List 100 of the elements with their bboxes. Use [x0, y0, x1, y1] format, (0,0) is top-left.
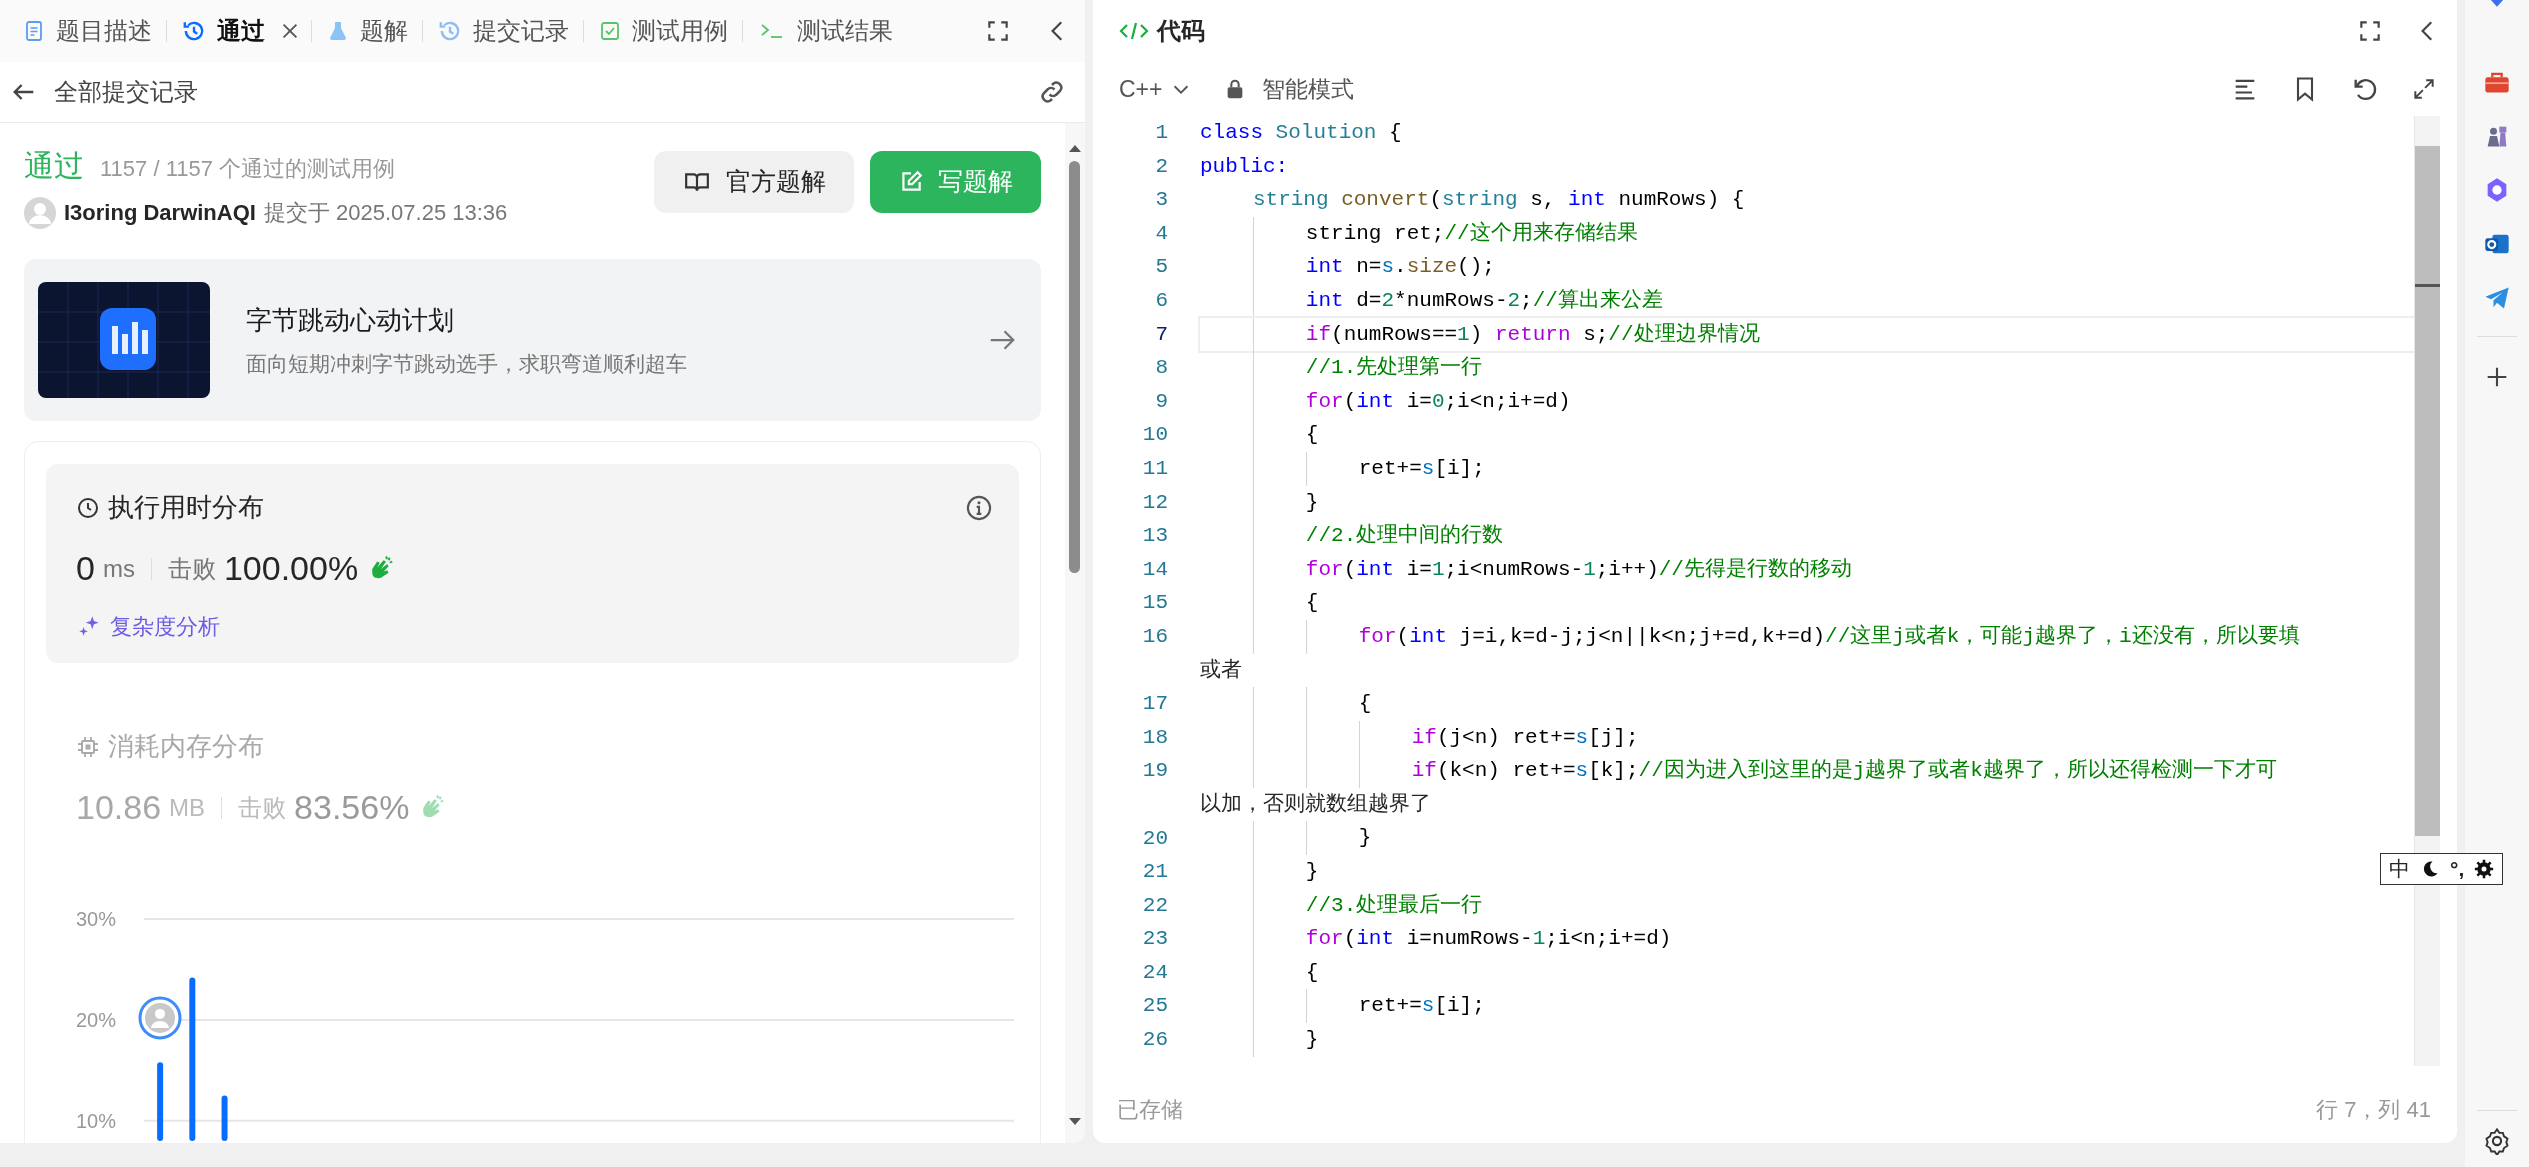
fullscreen-icon[interactable] — [2357, 18, 2383, 44]
tab[interactable]: 题解 — [322, 13, 412, 50]
code-line: ret+=s[i]; — [1200, 451, 2417, 486]
input-mode-toggle[interactable]: 中 — [2389, 853, 2410, 885]
code-line: } — [1200, 485, 2417, 520]
line-number: 2 — [1154, 153, 1168, 180]
line-number: 25 — [1141, 993, 1168, 1020]
code-line: if(numRows==1) return s;//处理边界情况 — [1200, 317, 2417, 352]
avatar-marker — [138, 996, 182, 1040]
code-line: for(int j=i,k=d-j;j<n||k<n;j+=d,k+=d)//这里j或者k，可能j越界了，i还没有，所以要填 — [1200, 619, 2417, 654]
scrollbar-thumb[interactable] — [1069, 161, 1080, 574]
banner-subtitle: 面向短期冲刺字节跳动选手，求职弯道顺利超车 — [246, 350, 688, 377]
code-line: int d=2*numRows-2;//算出来公差 — [1200, 283, 2417, 318]
test-case-count: 1157 / 1157 个通过的测试用例 — [100, 155, 396, 184]
settings-icon[interactable] — [2474, 859, 2495, 879]
solution-button[interactable]: 官方题解 — [654, 151, 854, 214]
bar[interactable] — [221, 1095, 228, 1142]
mode-label: 智能模式 — [1262, 74, 1355, 104]
tab[interactable]: 通过 — [177, 13, 269, 50]
bar[interactable] — [189, 977, 196, 1142]
beats-percent: 83.56% — [294, 787, 410, 829]
line-number: 23 — [1141, 926, 1168, 953]
bar[interactable] — [157, 1062, 164, 1142]
line-number: 21 — [1141, 859, 1168, 886]
cursor-position: 行 7，列 41 — [2316, 1096, 2431, 1124]
promo-banner[interactable]: 字节跳动心动计划 面向短期冲刺字节跳动选手，求职弯道顺利超车 — [24, 259, 1041, 422]
save-status: 已存储 — [1117, 1096, 1183, 1124]
line-number: 5 — [1154, 254, 1168, 281]
line-number: 17 — [1141, 691, 1168, 718]
tab[interactable]: 测试用例 — [594, 13, 732, 50]
code-line: { — [1200, 955, 2417, 990]
line-number: 18 — [1141, 724, 1168, 751]
language-dropdown[interactable]: C++ — [1119, 71, 1193, 107]
line-number: 13 — [1141, 523, 1168, 550]
code-line: { — [1200, 418, 2417, 452]
panel-title: 代码 — [1157, 16, 1205, 46]
line-number: 14 — [1141, 556, 1168, 583]
line-number: 7 — [1154, 321, 1168, 348]
tab[interactable]: 测试结果 — [753, 13, 897, 50]
avatar — [24, 196, 56, 229]
tab[interactable]: 提交记录 — [433, 13, 573, 50]
code-line: { — [1200, 586, 2417, 620]
code-line: if(k<n) ret+=s[k];//因为进入到这里的是j越界了或者k越界了，所以还得检测一下才可 — [1200, 754, 2417, 788]
code-line: //1.先处理第一行 — [1200, 351, 2417, 385]
code-line: int n=s.size(); — [1200, 250, 2417, 284]
metric-unit: ms — [102, 553, 135, 584]
metric-panel[interactable]: 执行用时分布 0 ms 击败 100.00% 复杂度分析 — [46, 464, 1019, 664]
clock-icon — [76, 495, 100, 520]
line-number: 16 — [1141, 623, 1168, 650]
code-line: 以加，否则就数组越界了 — [1200, 791, 1432, 818]
tab[interactable]: 题目描述 — [18, 13, 156, 50]
code-line: for(int i=0;i<n;i+=d) — [1200, 384, 2417, 419]
code-line: } — [1200, 821, 2417, 856]
line-number: 4 — [1154, 220, 1168, 247]
code-line: for(int i=numRows-1;i<n;i+=d) — [1200, 922, 2417, 956]
line-number: 3 — [1154, 187, 1168, 214]
line-number: 15 — [1141, 590, 1168, 617]
code-line: class Solution { — [1200, 120, 1403, 146]
submit-time: 提交于 2025.07.25 13:36 — [263, 199, 508, 228]
banner-title: 字节跳动心动计划 — [246, 303, 455, 337]
username: I3oring DarwinAQI — [64, 199, 256, 228]
line-number: 12 — [1141, 489, 1168, 516]
line-number: 26 — [1141, 1027, 1168, 1054]
metric-unit: MB — [169, 792, 206, 823]
scrollbar-thumb[interactable] — [2415, 146, 2440, 836]
code-line: string convert(string s, int numRows) { — [1251, 187, 1746, 214]
settings-icon[interactable] — [2483, 1127, 2511, 1155]
code-line: //2.处理中间的行数 — [1200, 519, 2417, 553]
status-text: 通过 — [24, 148, 84, 185]
code-line: ret+=s[i]; — [1200, 989, 2417, 1024]
expand-button[interactable] — [2411, 76, 2437, 102]
back-link[interactable]: 全部提交记录 — [54, 74, 198, 111]
metric-title: 执行用时分布 — [108, 491, 264, 525]
axis-tick-label: 10% — [75, 1109, 116, 1132]
info-icon[interactable] — [965, 493, 993, 522]
metric-value: 10.86 — [76, 787, 162, 829]
line-number: 10 — [1141, 422, 1168, 449]
line-number: 22 — [1141, 892, 1168, 919]
beats-percent: 100.00% — [223, 548, 359, 590]
code-line: } — [1200, 1023, 2417, 1057]
code-line: 或者 — [1200, 657, 1243, 684]
line-number: 11 — [1141, 456, 1168, 482]
code-line: string ret;//这个用来存储结果 — [1200, 216, 2417, 251]
code-line: { — [1200, 687, 2417, 721]
code-line: public: — [1200, 153, 1290, 180]
line-number: 19 — [1141, 758, 1168, 785]
metric-title: 消耗内存分布 — [108, 730, 264, 764]
code-line: for(int i=1;i<numRows-1;i++)//先得是行数的移动 — [1200, 552, 2417, 587]
axis-tick-label: 20% — [75, 1008, 116, 1031]
beats-label: 击败 — [238, 792, 287, 823]
line-number: 6 — [1154, 288, 1168, 314]
code-line: //3.处理最后一行 — [1200, 888, 2417, 923]
line-number: 8 — [1154, 355, 1168, 382]
complexity-analysis-link[interactable]: 复杂度分析 — [76, 610, 220, 644]
axis-tick-label: 30% — [75, 908, 116, 931]
line-number: 1 — [1154, 120, 1168, 147]
line-number: 20 — [1141, 825, 1168, 852]
chip-icon — [76, 734, 100, 759]
code-line: if(j<n) ret+=s[j]; — [1200, 720, 2417, 755]
punctuation-toggle[interactable]: °, — [2450, 853, 2465, 885]
